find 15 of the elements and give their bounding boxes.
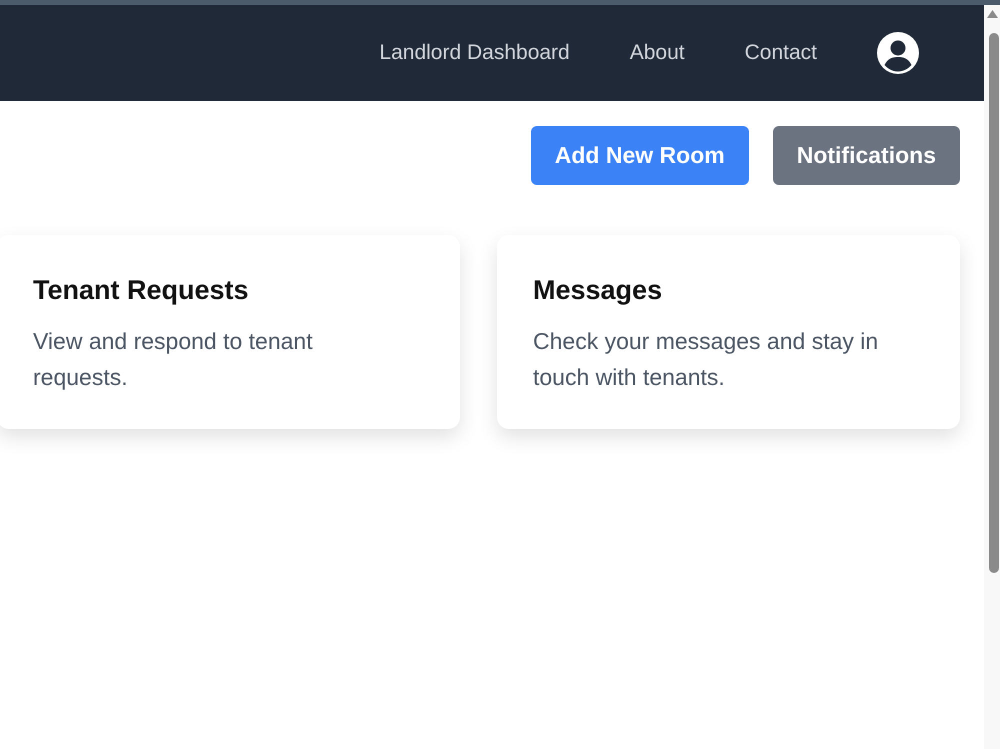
scrollbar-thumb[interactable]: [988, 33, 998, 573]
nav-link[interactable]: About: [630, 37, 685, 69]
scrollbar[interactable]: [984, 5, 1000, 749]
dashboard-card[interactable]: Messages Check your messages and stay in touch with tenants.: [497, 235, 960, 429]
dashboard-card[interactable]: Tenant Requests View and respond to tenant requests.: [0, 235, 460, 429]
add-room-button[interactable]: Add New Room: [530, 126, 749, 185]
card-description: View and respond to tenant requests.: [33, 327, 314, 392]
user-avatar-icon[interactable]: [877, 32, 919, 74]
nav-link[interactable]: Landlord Dashboard: [379, 37, 570, 69]
notifications-button[interactable]: Notifications: [772, 126, 960, 185]
card-description: Check your messages and stay in touch with tenants.: [533, 327, 880, 392]
card-title: Messages: [533, 274, 664, 307]
scroll-up-arrow-icon[interactable]: [986, 10, 998, 18]
card-title: Tenant Requests: [33, 274, 250, 307]
nav-link[interactable]: Contact: [744, 37, 817, 69]
